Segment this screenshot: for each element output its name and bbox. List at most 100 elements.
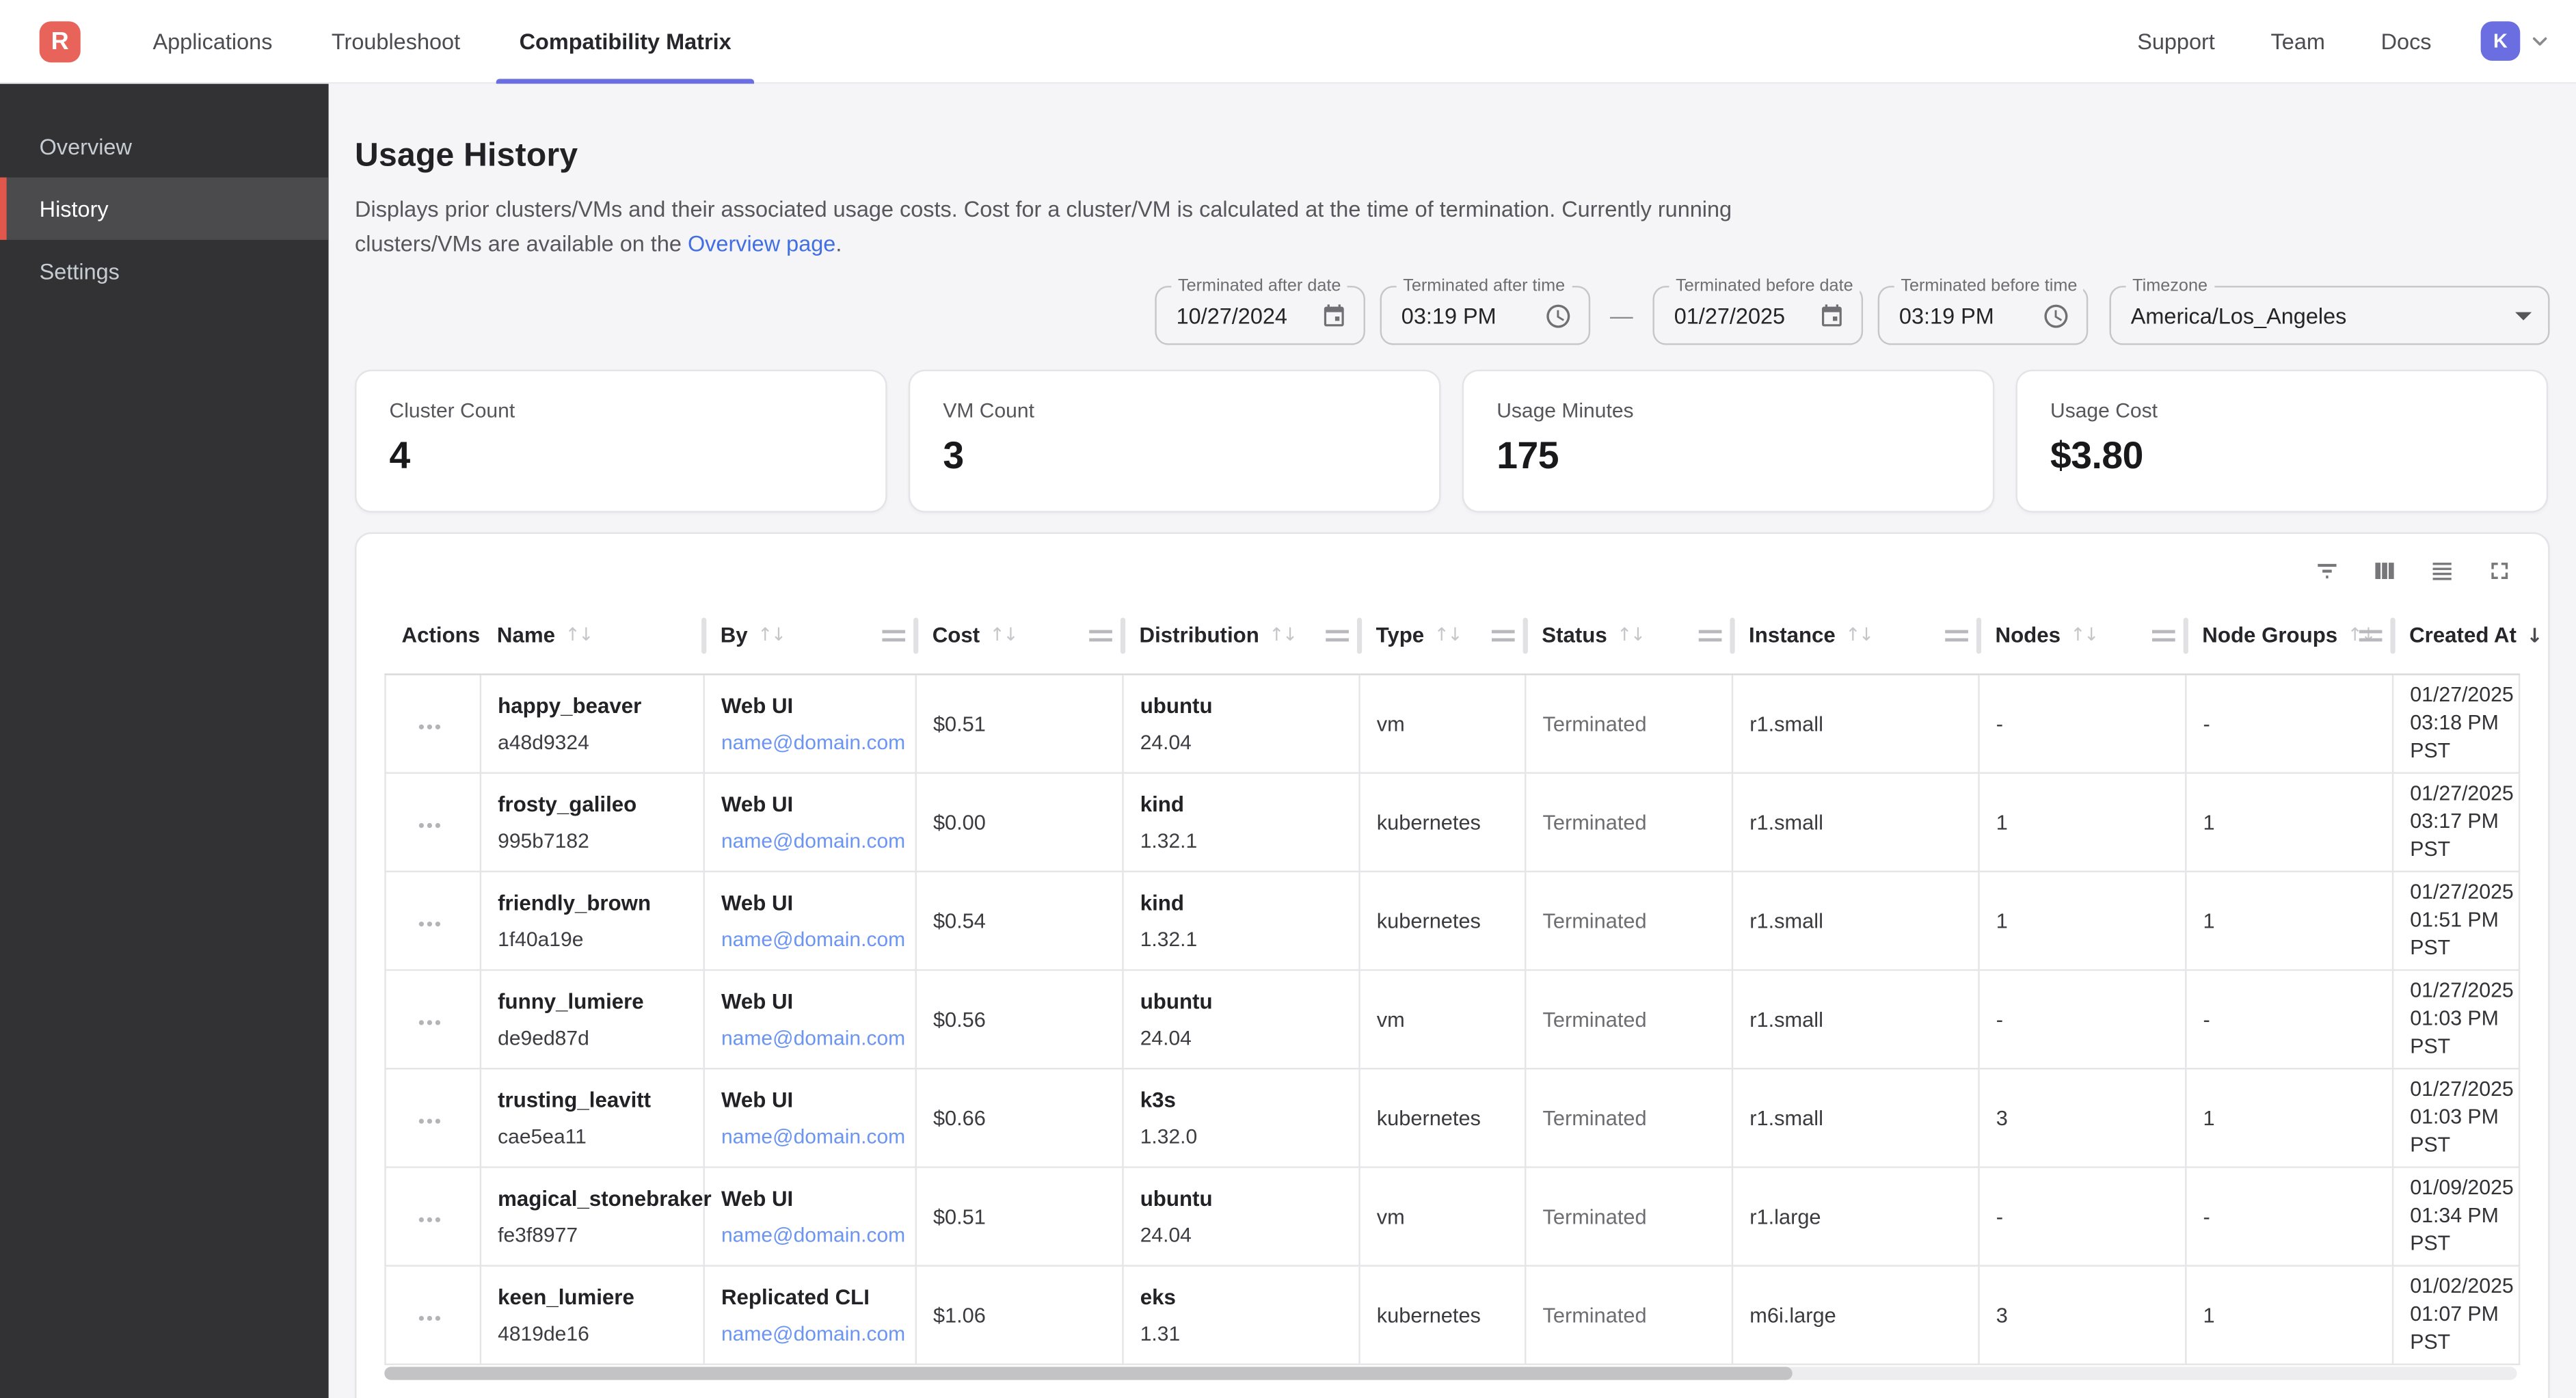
- created-time: 01:51 PM PST: [2410, 906, 2505, 962]
- stat-value: 3: [943, 433, 1406, 478]
- nav-item-compatibility-matrix[interactable]: Compatibility Matrix: [496, 0, 754, 83]
- column-header-node-groups[interactable]: Node Groups ↑↓: [2186, 598, 2393, 674]
- cell-name: frosty_galileo 995b7182: [481, 772, 704, 870]
- column-drag-handle-icon[interactable]: [2359, 630, 2382, 641]
- column-header-status[interactable]: Status ↑↓: [1525, 598, 1732, 674]
- column-header-cost[interactable]: Cost ↑↓: [916, 598, 1123, 674]
- main-content: Usage History Displays prior clusters/VM…: [329, 84, 2576, 1398]
- column-separator[interactable]: [2389, 617, 2394, 654]
- columns-icon[interactable]: [2369, 556, 2398, 585]
- column-drag-handle-icon[interactable]: [1325, 630, 1348, 641]
- column-separator[interactable]: [1356, 617, 1361, 654]
- column-header-name[interactable]: Name ↑↓: [481, 598, 704, 674]
- column-header-created-at[interactable]: Created At ↓: [2393, 598, 2519, 674]
- row-actions-button[interactable]: [416, 1211, 444, 1228]
- column-drag-handle-icon[interactable]: [1944, 630, 1968, 641]
- created-by-email-link[interactable]: name@domain.com: [721, 928, 902, 951]
- filter-icon[interactable]: [2311, 556, 2341, 585]
- usage-table-card: Actions Name ↑↓ By ↑↓ Cost ↑↓ D: [355, 533, 2549, 1398]
- column-drag-handle-icon[interactable]: [1491, 630, 1514, 641]
- clock-icon[interactable]: [2042, 301, 2070, 330]
- created-by-email-link[interactable]: name@domain.com: [721, 1125, 902, 1148]
- column-header-nodes[interactable]: Nodes ↑↓: [1978, 598, 2186, 674]
- column-drag-handle-icon[interactable]: [1698, 630, 1721, 641]
- created-by-email-link[interactable]: name@domain.com: [721, 1026, 902, 1049]
- sidebar-item-settings[interactable]: Settings: [0, 240, 329, 302]
- created-by-email-link[interactable]: name@domain.com: [721, 730, 902, 753]
- row-actions-button[interactable]: [416, 1112, 444, 1130]
- column-header-type[interactable]: Type ↑↓: [1360, 598, 1526, 674]
- column-header-label: Created At: [2409, 623, 2517, 647]
- replicated-logo[interactable]: R: [40, 21, 81, 62]
- column-drag-handle-icon[interactable]: [881, 630, 904, 641]
- created-by-email-link[interactable]: name@domain.com: [721, 1321, 902, 1345]
- sort-arrows-icon[interactable]: ↑↓: [990, 625, 1017, 646]
- column-separator[interactable]: [1729, 617, 1734, 654]
- column-header-label: Actions: [402, 623, 481, 647]
- sort-arrows-icon[interactable]: ↑↓: [757, 625, 785, 646]
- sidebar-item-history[interactable]: History: [0, 178, 329, 240]
- column-separator[interactable]: [1120, 617, 1125, 654]
- row-actions-button[interactable]: [416, 1014, 444, 1032]
- nav-item-support[interactable]: Support: [2115, 0, 2238, 83]
- calendar-icon[interactable]: [1321, 302, 1347, 328]
- row-actions-button[interactable]: [416, 915, 444, 933]
- terminated-after-date-field[interactable]: Terminated after date 10/27/2024: [1155, 286, 1365, 345]
- nav-item-applications[interactable]: Applications: [130, 0, 295, 83]
- row-actions-button[interactable]: [416, 718, 444, 736]
- arrow-down-icon[interactable]: ↓: [2526, 624, 2543, 647]
- scrollbar-thumb[interactable]: [384, 1366, 1792, 1379]
- sort-arrows-icon[interactable]: ↑↓: [2070, 625, 2097, 646]
- column-drag-handle-icon[interactable]: [2151, 630, 2175, 641]
- sidebar-item-overview[interactable]: Overview: [0, 115, 329, 177]
- created-by-email-link[interactable]: name@domain.com: [721, 1223, 902, 1246]
- chevron-down-icon[interactable]: [2530, 31, 2550, 51]
- overview-page-link[interactable]: Overview page: [688, 232, 835, 256]
- distribution-version: 1.31: [1140, 1321, 1345, 1345]
- sort-arrows-icon[interactable]: ↑↓: [1434, 625, 1462, 646]
- created-time: 01:03 PM PST: [2410, 1004, 2505, 1060]
- timezone-select[interactable]: Timezone America/Los_Angeles: [2110, 286, 2550, 345]
- table-row: keen_lumiere 4819de16 Replicated CLI nam…: [386, 1265, 2520, 1363]
- column-header-by[interactable]: By ↑↓: [704, 598, 916, 674]
- cell-status: Terminated: [1525, 969, 1732, 1068]
- nav-item-team[interactable]: Team: [2248, 0, 2348, 83]
- sort-arrows-icon[interactable]: ↑↓: [1617, 625, 1644, 646]
- row-actions-button[interactable]: [416, 816, 444, 834]
- stat-value: 4: [390, 433, 853, 478]
- column-separator[interactable]: [2182, 617, 2187, 654]
- column-separator[interactable]: [1522, 617, 1527, 654]
- row-actions-button[interactable]: [416, 1309, 444, 1327]
- sort-arrows-icon[interactable]: ↑↓: [1845, 625, 1873, 646]
- sort-arrows-icon[interactable]: ↑↓: [1269, 625, 1296, 646]
- cell-node-groups: -: [2186, 1166, 2393, 1265]
- terminated-after-time-field[interactable]: Terminated after time 03:19 PM: [1380, 286, 1591, 345]
- column-separator[interactable]: [701, 617, 706, 654]
- stat-card-cluster-count: Cluster Count 4: [355, 370, 887, 513]
- fullscreen-icon[interactable]: [2484, 556, 2513, 585]
- calendar-icon[interactable]: [1819, 302, 1844, 328]
- page-description-line2: clusters/VMs are available on the Overvi…: [355, 227, 2549, 261]
- column-separator[interactable]: [1976, 617, 1981, 654]
- column-header-instance[interactable]: Instance ↑↓: [1732, 598, 1978, 674]
- cell-by: Web UI name@domain.com: [704, 673, 916, 772]
- column-header-distribution[interactable]: Distribution ↑↓: [1123, 598, 1359, 674]
- column-separator[interactable]: [913, 617, 917, 654]
- sort-arrows-icon[interactable]: ↑↓: [565, 625, 592, 646]
- nav-item-troubleshoot[interactable]: Troubleshoot: [308, 0, 483, 83]
- cell-actions: [386, 1265, 481, 1363]
- created-by-email-link[interactable]: name@domain.com: [721, 829, 902, 852]
- density-icon[interactable]: [2426, 556, 2456, 585]
- cell-created-at: 01/27/2025 03:17 PM PST: [2393, 772, 2519, 870]
- nav-item-docs[interactable]: Docs: [2358, 0, 2454, 83]
- column-drag-handle-icon[interactable]: [1088, 630, 1112, 641]
- avatar[interactable]: K: [2481, 21, 2521, 61]
- nav-item-label: Team: [2271, 29, 2325, 53]
- clock-icon[interactable]: [1544, 301, 1572, 330]
- horizontal-scrollbar[interactable]: [384, 1366, 2517, 1379]
- cell-type: vm: [1360, 673, 1526, 772]
- terminated-before-date-field[interactable]: Terminated before date 01/27/2025: [1652, 286, 1863, 345]
- cell-node-groups: -: [2186, 969, 2393, 1068]
- terminated-before-time-field[interactable]: Terminated before time 03:19 PM: [1878, 286, 2089, 345]
- cell-node-groups: -: [2186, 673, 2393, 772]
